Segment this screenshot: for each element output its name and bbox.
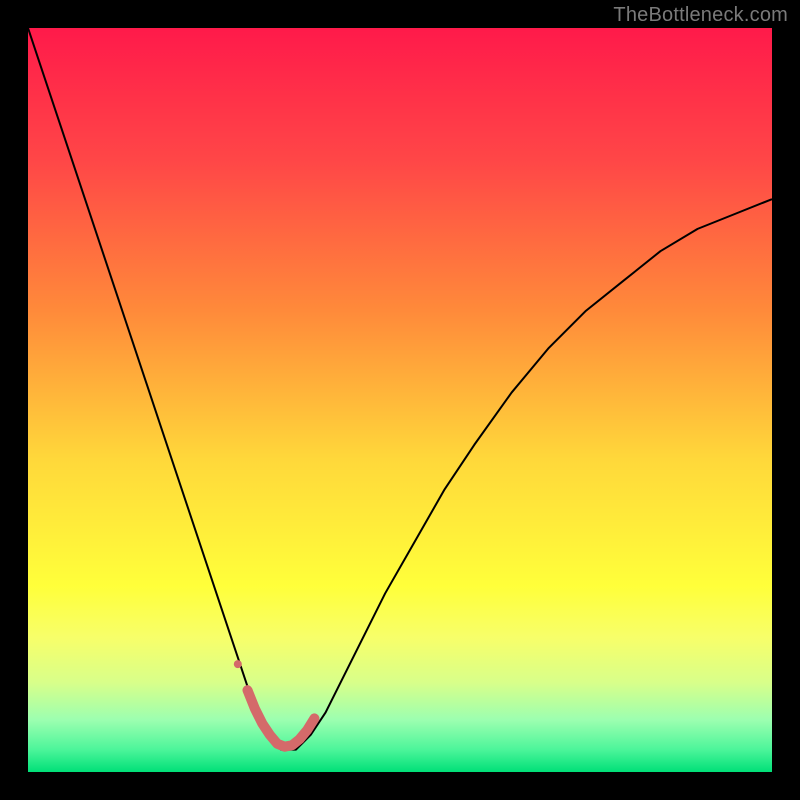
chart-plot-area xyxy=(28,28,772,772)
highlight-dot xyxy=(234,660,242,668)
chart-svg xyxy=(28,28,772,772)
chart-frame: TheBottleneck.com xyxy=(0,0,800,800)
chart-background xyxy=(28,28,772,772)
watermark-text: TheBottleneck.com xyxy=(613,4,788,27)
